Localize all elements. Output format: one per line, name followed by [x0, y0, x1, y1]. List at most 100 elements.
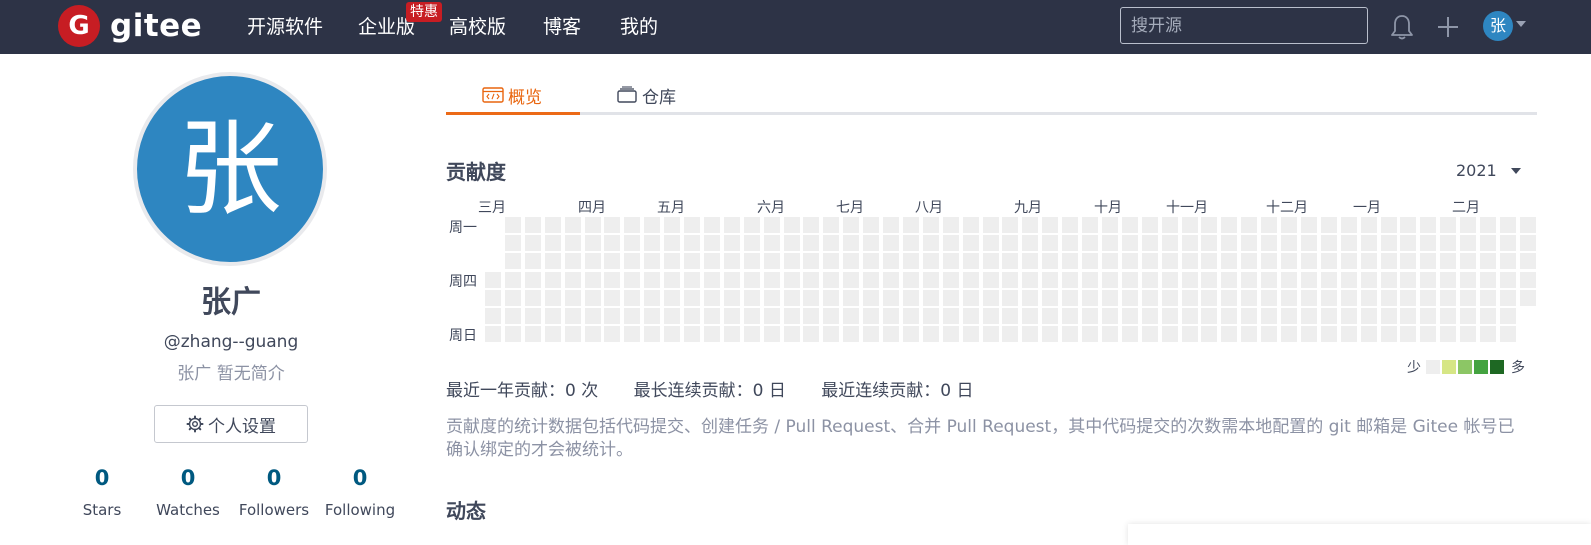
contribution-day-cell[interactable]	[664, 253, 680, 269]
contribution-day-cell[interactable]	[1122, 253, 1138, 269]
contribution-day-cell[interactable]	[704, 290, 720, 306]
contribution-day-cell[interactable]	[1241, 326, 1257, 342]
contribution-day-cell[interactable]	[644, 217, 660, 233]
contribution-day-cell[interactable]	[823, 217, 839, 233]
search-input[interactable]	[1120, 7, 1368, 44]
contribution-day-cell[interactable]	[843, 272, 859, 288]
contribution-day-cell[interactable]	[525, 308, 541, 324]
contribution-day-cell[interactable]	[565, 235, 581, 251]
contribution-day-cell[interactable]	[1182, 235, 1198, 251]
nav-open-source[interactable]: 开源软件	[247, 14, 323, 40]
contribution-day-cell[interactable]	[903, 290, 919, 306]
contribution-day-cell[interactable]	[1381, 253, 1397, 269]
contribution-day-cell[interactable]	[764, 253, 780, 269]
contribution-day-cell[interactable]	[1321, 326, 1337, 342]
contribution-day-cell[interactable]	[784, 253, 800, 269]
contribution-day-cell[interactable]	[1201, 326, 1217, 342]
contribution-day-cell[interactable]	[943, 326, 959, 342]
contribution-day-cell[interactable]	[823, 253, 839, 269]
contribution-day-cell[interactable]	[1420, 253, 1436, 269]
contribution-day-cell[interactable]	[1381, 235, 1397, 251]
contribution-day-cell[interactable]	[1162, 217, 1178, 233]
contribution-day-cell[interactable]	[1221, 272, 1237, 288]
contribution-day-cell[interactable]	[644, 235, 660, 251]
contribution-day-cell[interactable]	[604, 235, 620, 251]
contribution-day-cell[interactable]	[943, 308, 959, 324]
contribution-day-cell[interactable]	[1142, 235, 1158, 251]
contribution-day-cell[interactable]	[1042, 308, 1058, 324]
contribution-day-cell[interactable]	[1440, 217, 1456, 233]
contribution-day-cell[interactable]	[1042, 253, 1058, 269]
contribution-day-cell[interactable]	[1102, 308, 1118, 324]
contribution-day-cell[interactable]	[883, 235, 899, 251]
contribution-day-cell[interactable]	[923, 272, 939, 288]
contribution-day-cell[interactable]	[1221, 235, 1237, 251]
contribution-day-cell[interactable]	[1122, 308, 1138, 324]
contribution-day-cell[interactable]	[744, 272, 760, 288]
contribution-day-cell[interactable]	[684, 253, 700, 269]
contribution-day-cell[interactable]	[1281, 272, 1297, 288]
contribution-day-cell[interactable]	[903, 326, 919, 342]
contribution-day-cell[interactable]	[784, 326, 800, 342]
contribution-day-cell[interactable]	[1261, 235, 1277, 251]
contribution-day-cell[interactable]	[1002, 326, 1018, 342]
contribution-day-cell[interactable]	[684, 235, 700, 251]
contribution-day-cell[interactable]	[1241, 217, 1257, 233]
contribution-day-cell[interactable]	[883, 326, 899, 342]
contribution-day-cell[interactable]	[1062, 253, 1078, 269]
contribution-day-cell[interactable]	[1241, 272, 1257, 288]
contribution-day-cell[interactable]	[1042, 235, 1058, 251]
contribution-day-cell[interactable]	[903, 272, 919, 288]
contribution-day-cell[interactable]	[1201, 272, 1217, 288]
contribution-day-cell[interactable]	[1182, 272, 1198, 288]
contribution-day-cell[interactable]	[525, 253, 541, 269]
contribution-day-cell[interactable]	[823, 290, 839, 306]
contribution-day-cell[interactable]	[883, 290, 899, 306]
contribution-day-cell[interactable]	[1102, 217, 1118, 233]
contribution-day-cell[interactable]	[1400, 290, 1416, 306]
contribution-day-cell[interactable]	[983, 326, 999, 342]
contribution-day-cell[interactable]	[1022, 272, 1038, 288]
contribution-day-cell[interactable]	[1460, 253, 1476, 269]
contribution-day-cell[interactable]	[624, 235, 640, 251]
contribution-day-cell[interactable]	[1500, 290, 1516, 306]
contribution-day-cell[interactable]	[863, 217, 879, 233]
contribution-day-cell[interactable]	[1082, 235, 1098, 251]
contribution-day-cell[interactable]	[1261, 308, 1277, 324]
contribution-day-cell[interactable]	[883, 253, 899, 269]
contribution-day-cell[interactable]	[505, 290, 521, 306]
contribution-day-cell[interactable]	[1002, 290, 1018, 306]
contribution-day-cell[interactable]	[943, 253, 959, 269]
contribution-day-cell[interactable]	[565, 217, 581, 233]
contribution-day-cell[interactable]	[1142, 272, 1158, 288]
contribution-day-cell[interactable]	[1002, 217, 1018, 233]
contribution-day-cell[interactable]	[724, 217, 740, 233]
contribution-day-cell[interactable]	[1520, 272, 1536, 288]
contribution-day-cell[interactable]	[803, 308, 819, 324]
contribution-day-cell[interactable]	[604, 308, 620, 324]
user-avatar-menu[interactable]: 张	[1483, 11, 1513, 41]
contribution-day-cell[interactable]	[983, 272, 999, 288]
contribution-day-cell[interactable]	[1321, 290, 1337, 306]
contribution-day-cell[interactable]	[1162, 235, 1178, 251]
contribution-day-cell[interactable]	[1261, 290, 1277, 306]
contribution-day-cell[interactable]	[1460, 272, 1476, 288]
contribution-day-cell[interactable]	[1082, 272, 1098, 288]
contribution-day-cell[interactable]	[843, 326, 859, 342]
contribution-day-cell[interactable]	[1042, 272, 1058, 288]
contribution-day-cell[interactable]	[1440, 253, 1456, 269]
contribution-day-cell[interactable]	[545, 217, 561, 233]
contribution-day-cell[interactable]	[664, 272, 680, 288]
contribution-day-cell[interactable]	[963, 235, 979, 251]
contribution-day-cell[interactable]	[823, 326, 839, 342]
contribution-day-cell[interactable]	[1082, 253, 1098, 269]
contribution-day-cell[interactable]	[1182, 253, 1198, 269]
contribution-day-cell[interactable]	[744, 253, 760, 269]
contribution-day-cell[interactable]	[1281, 217, 1297, 233]
contribution-day-cell[interactable]	[724, 235, 740, 251]
contribution-day-cell[interactable]	[1221, 290, 1237, 306]
contribution-day-cell[interactable]	[1182, 290, 1198, 306]
contribution-day-cell[interactable]	[1520, 235, 1536, 251]
contribution-day-cell[interactable]	[704, 235, 720, 251]
contribution-day-cell[interactable]	[1002, 253, 1018, 269]
